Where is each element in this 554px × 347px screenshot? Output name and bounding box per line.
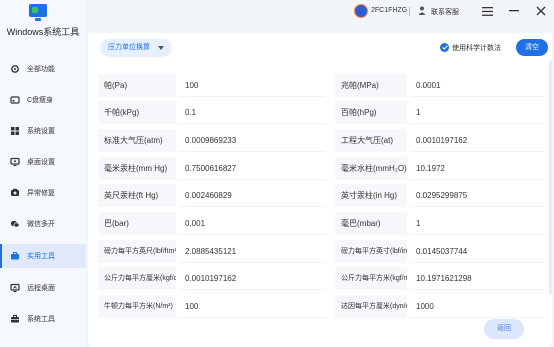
- sidebar: Windows系统工具 全部功能 C盘瘦身 系统设置 桌面设置 异常修复 微信多…: [0, 0, 86, 347]
- unit-value-input[interactable]: 1: [410, 212, 544, 235]
- sidebar-item-desktop-settings[interactable]: 桌面设置: [0, 150, 86, 174]
- repair-icon: [10, 188, 20, 198]
- minimize-icon[interactable]: [506, 3, 522, 19]
- app-logo-icon: [29, 4, 47, 22]
- unit-label: 工程大气压(at): [335, 129, 407, 152]
- unit-label: 毫米汞柱(mm Hg): [98, 157, 176, 180]
- support-link[interactable]: 联系客服: [431, 7, 459, 17]
- gear-icon: [10, 64, 20, 74]
- unit-label: 千帕(kPg): [98, 101, 176, 124]
- unit-value-input[interactable]: 0.0145037744: [410, 240, 544, 263]
- unit-value-input[interactable]: 0.0010197162: [179, 267, 326, 290]
- unit-label: 百帕(hPg): [335, 101, 407, 124]
- sidebar-item-remote-desktop[interactable]: 远程桌面: [0, 276, 86, 300]
- menu-icon[interactable]: [479, 3, 495, 19]
- table-row: 千帕(kPg) 0.1 百帕(hPg) 1: [98, 101, 544, 124]
- unit-label: 达因每平方厘米(dyn/cm²): [335, 295, 407, 318]
- unit-value-input[interactable]: 0.0295299875: [410, 184, 544, 207]
- unit-label: 标准大气压(atm): [98, 129, 176, 152]
- sidebar-item-repair[interactable]: 异常修复: [0, 181, 86, 205]
- remote-icon: [10, 283, 20, 293]
- unit-type-label: 压力单位换算: [108, 44, 150, 51]
- unit-value-input[interactable]: 100: [179, 295, 326, 318]
- unit-label: 兆帕(MPa): [335, 74, 407, 97]
- unit-label: 英寸汞柱(in Hg): [335, 184, 407, 207]
- table-row: 巴(bar) 0.001 毫巴(mbar) 1: [98, 212, 544, 235]
- sidebar-item-label: 系统设置: [27, 128, 55, 135]
- unit-type-dropdown[interactable]: 压力单位换算: [100, 39, 172, 57]
- close-icon[interactable]: [533, 3, 549, 19]
- unit-label: 毫米水柱(mmH₂O): [335, 157, 407, 180]
- sci-notation-label[interactable]: 使用科学计数法: [452, 43, 501, 53]
- table-row: 牛顿力每平方米(N/m²) 100 达因每平方厘米(dyn/cm²) 1000: [98, 295, 544, 318]
- clear-button[interactable]: 清空: [516, 39, 548, 56]
- table-row: 公斤力每平方厘米(kgf/cm²) 0.0010197162 公斤力每平方米(k…: [98, 267, 544, 290]
- unit-value-input[interactable]: 0.002460829: [179, 184, 326, 207]
- scrollbar[interactable]: [549, 60, 552, 295]
- unit-value-input[interactable]: 2.0885435121: [179, 240, 326, 263]
- unit-value-input[interactable]: 0.0009869233: [179, 129, 326, 152]
- toolbox-icon: [10, 251, 20, 261]
- sci-notation-checkbox[interactable]: [440, 43, 449, 52]
- unit-label: 牛顿力每平方米(N/m²): [98, 295, 176, 318]
- unit-value-input[interactable]: 10.1971621298: [410, 267, 544, 290]
- unit-label: 公斤力每平方米(kgf/m²): [335, 267, 407, 290]
- sidebar-item-utilities[interactable]: 实用工具: [0, 244, 86, 268]
- drive-c-icon: [10, 95, 20, 105]
- table-row: 磅力每平方英尺(lbf/ftm²) 2.0885435121 磅力每平方英寸(l…: [98, 240, 544, 263]
- sidebar-item-wechat-multi[interactable]: 微信多开: [0, 212, 86, 236]
- unit-label: 毫巴(mbar): [335, 212, 407, 235]
- sidebar-item-label: 远程桌面: [27, 285, 55, 292]
- table-row: 标准大气压(atm) 0.0009869233 工程大气压(at) 0.0010…: [98, 129, 544, 152]
- sidebar-item-label: C盘瘦身: [27, 97, 54, 104]
- grid-icon: [10, 126, 20, 136]
- chevron-down-icon: [158, 46, 164, 50]
- unit-value-input[interactable]: 1000: [410, 295, 544, 318]
- title-bar: 2FC1FHZG 联系客服: [86, 0, 554, 24]
- sidebar-item-all-features[interactable]: 全部功能: [0, 57, 86, 81]
- unit-value-input[interactable]: 10.1972: [410, 157, 544, 180]
- unit-value-input[interactable]: 0.7500616827: [179, 157, 326, 180]
- divider: [409, 7, 410, 16]
- table-row: 帕(Pa) 100 兆帕(MPa) 0.0001: [98, 74, 544, 97]
- unit-label: 公斤力每平方厘米(kgf/cm²): [98, 267, 176, 290]
- sidebar-item-label: 微信多开: [27, 221, 55, 228]
- unit-value-input[interactable]: 0.1: [179, 101, 326, 124]
- chat-icon: [10, 219, 20, 229]
- return-button[interactable]: 返回: [484, 319, 524, 339]
- monitor-icon: [10, 157, 20, 167]
- unit-value-input[interactable]: 0.0010197162: [410, 129, 544, 152]
- device-id: 2FC1FHZG: [371, 7, 408, 14]
- sidebar-item-label: 实用工具: [27, 253, 55, 260]
- sidebar-item-system-settings[interactable]: 系统设置: [0, 119, 86, 143]
- sidebar-item-label: 系统工具: [27, 316, 55, 323]
- unit-value-input[interactable]: 0.001: [179, 212, 326, 235]
- unit-value-input[interactable]: 1: [410, 101, 544, 124]
- unit-label: 磅力每平方英寸(lbf/inm²): [335, 240, 407, 263]
- sidebar-item-label: 异常修复: [27, 190, 55, 197]
- table-row: 毫米汞柱(mm Hg) 0.7500616827 毫米水柱(mmH₂O) 10.…: [98, 157, 544, 180]
- sidebar-item-system-tools[interactable]: 系统工具: [0, 307, 86, 331]
- converter-panel: 压力单位换算 使用科学计数法 清空 帕(Pa) 100 兆帕(MPa) 0.00…: [88, 33, 552, 347]
- app-title: Windows系统工具: [6, 27, 80, 37]
- support-icon[interactable]: [418, 6, 426, 15]
- sidebar-item-c-drive[interactable]: C盘瘦身: [0, 88, 86, 112]
- sidebar-item-label: 桌面设置: [27, 159, 55, 166]
- unit-value-input[interactable]: 0.0001: [410, 74, 544, 97]
- sidebar-item-label: 全部功能: [27, 66, 55, 73]
- table-row: 英尺汞柱(ft Hg) 0.002460829 英寸汞柱(in Hg) 0.02…: [98, 184, 544, 207]
- unit-label: 帕(Pa): [98, 74, 176, 97]
- unit-label: 英尺汞柱(ft Hg): [98, 184, 176, 207]
- briefcase-icon: [10, 314, 20, 324]
- unit-label: 巴(bar): [98, 212, 176, 235]
- unit-value-input[interactable]: 100: [179, 74, 326, 97]
- avatar[interactable]: [354, 4, 368, 18]
- unit-label: 磅力每平方英尺(lbf/ftm²): [98, 240, 176, 263]
